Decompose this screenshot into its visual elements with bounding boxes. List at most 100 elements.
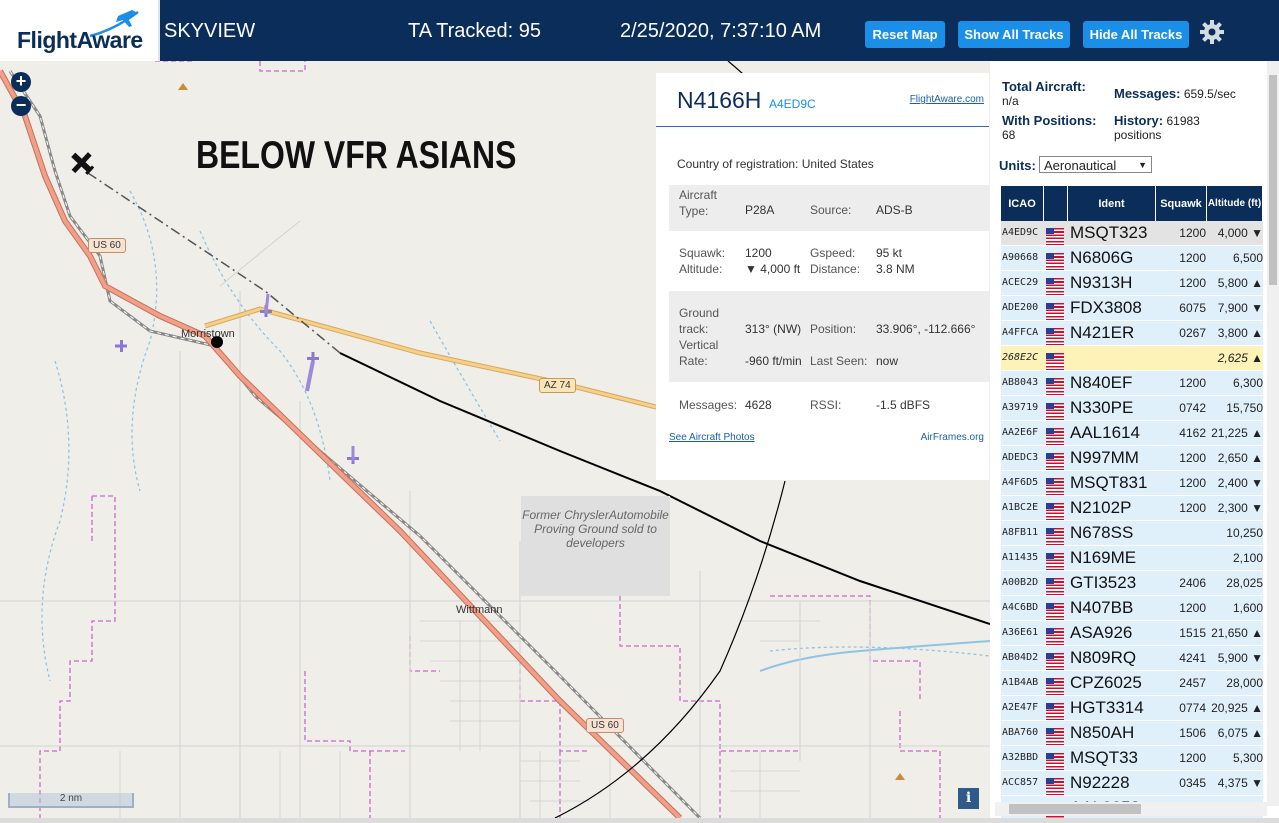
squawk-cell: 1200 xyxy=(1179,451,1206,465)
hide-all-tracks-button[interactable]: Hide All Tracks xyxy=(1083,21,1189,48)
aircraft-table-header: ICAO Ident Squawk Altitude (ft) xyxy=(1001,186,1263,221)
altitude-cell: 2,100 xyxy=(1232,551,1263,565)
table-row[interactable]: A39719 N330PE 0742 15,750 xyxy=(1001,396,1263,421)
table-row[interactable]: A1BC2E N2102P 1200 2,300 ▼ xyxy=(1001,496,1263,521)
col-squawk[interactable]: Squawk xyxy=(1156,186,1207,221)
col-icao[interactable]: ICAO xyxy=(1001,186,1044,221)
us-flag-icon xyxy=(1046,403,1064,420)
altitude-cell: 6,500 xyxy=(1232,251,1263,265)
table-row[interactable]: AB04D2 N809RQ 4241 5,900 ▼ xyxy=(1001,646,1263,671)
map-info-button[interactable]: i xyxy=(958,788,979,809)
scale-bar: 2 nm xyxy=(8,793,134,808)
table-row[interactable]: A4C6BD N407BB 1200 1,600 xyxy=(1001,596,1263,621)
altitude-cell: 4,375 ▼ xyxy=(1217,776,1263,790)
table-row[interactable]: ABA760 N850AH 1506 6,075 ▲ xyxy=(1001,721,1263,746)
aircraft-info-popup: N4166H A4ED9C FlightAware.com Country of… xyxy=(656,73,989,480)
messages-block: Messages: 4628 RSSI: -1.5 dBFS xyxy=(669,391,989,421)
with-positions-label: With Positions: xyxy=(1002,113,1097,128)
flag-cell xyxy=(1046,621,1066,645)
table-row[interactable]: ACC857 N92228 0345 4,375 ▼ xyxy=(1001,771,1263,796)
table-row[interactable]: A36E61 ASA926 1515 21,650 ▲ xyxy=(1001,621,1263,646)
flag-cell xyxy=(1046,546,1066,570)
messages-rate-label: Messages: xyxy=(1114,86,1181,101)
altitude-cell: 6,300 xyxy=(1232,376,1263,390)
distance-label: Distance: xyxy=(810,262,861,276)
squawk-cell: 1200 xyxy=(1179,601,1206,615)
units-selected-value: Aeronautical xyxy=(1044,158,1117,173)
flag-cell xyxy=(1046,471,1066,495)
altitude-cell: 28,000 xyxy=(1226,676,1263,690)
reset-map-button[interactable]: Reset Map xyxy=(865,21,945,48)
squawk-cell: 2406 xyxy=(1179,576,1206,590)
squawk-value: 1200 xyxy=(745,246,772,260)
total-aircraft-label: Total Aircraft: xyxy=(1002,79,1086,94)
units-select[interactable]: Aeronautical ▼ xyxy=(1039,156,1152,173)
flag-cell xyxy=(1046,346,1066,370)
table-row[interactable]: A8FB11 N678SS 10,250 xyxy=(1001,521,1263,546)
ident-cell: GTI3523 xyxy=(1070,573,1137,592)
table-row[interactable]: A4F6D5 MSQT831 1200 2,400 ▼ xyxy=(1001,471,1263,496)
icao-cell: A4F6D5 xyxy=(1002,477,1039,488)
altitude-cell: 2,625 ▲ xyxy=(1217,351,1263,365)
squawk-cell: 0774 xyxy=(1179,701,1206,715)
scroll-thumb[interactable] xyxy=(1269,75,1277,285)
altitude-cell: 5,800 ▲ xyxy=(1217,276,1263,290)
aircraft-icons[interactable] xyxy=(115,305,359,464)
with-positions-value: 68 xyxy=(1002,128,1016,142)
popup-hex-link[interactable]: A4ED9C xyxy=(769,97,816,111)
us-flag-icon xyxy=(1046,578,1064,595)
us60-shield: US 60 xyxy=(88,238,126,253)
us-flag-icon xyxy=(1046,778,1064,795)
flag-cell xyxy=(1046,421,1066,445)
col-altitude[interactable]: Altitude (ft) xyxy=(1207,186,1263,221)
country-value: United States xyxy=(801,157,874,171)
former-proving-ground-label: Former ChryslerAutomobile Proving Ground… xyxy=(521,496,670,596)
flag-cell xyxy=(1046,371,1066,395)
aircraft-type-value: P28A xyxy=(745,203,775,217)
see-aircraft-photos-link[interactable]: See Aircraft Photos xyxy=(669,432,755,443)
table-row[interactable]: A4ED9C MSQT323 1200 4,000 ▼ xyxy=(1001,221,1263,246)
vertical-scrollbar[interactable] xyxy=(1267,61,1279,806)
tracked-count: TA Tracked: 95 xyxy=(408,20,542,42)
airframes-link[interactable]: AirFrames.org xyxy=(921,432,984,443)
horizontal-scrollbar[interactable] xyxy=(995,802,1267,816)
table-row[interactable]: A1B4AB CPZ6025 2457 28,000 xyxy=(1001,671,1263,696)
ident-cell: N2102P xyxy=(1070,498,1132,517)
show-all-tracks-button[interactable]: Show All Tracks xyxy=(958,21,1070,48)
table-row[interactable]: AA2E6F AAL1614 4162 21,225 ▲ xyxy=(1001,421,1263,446)
icao-cell: A2E47F xyxy=(1002,702,1039,713)
table-row[interactable]: ADE200 FDX3808 6075 7,900 ▼ xyxy=(1001,296,1263,321)
rssi-label: RSSI: xyxy=(810,398,842,412)
col-flag[interactable] xyxy=(1044,186,1068,221)
table-row[interactable]: A90668 N6806G 1200 6,500 xyxy=(1001,246,1263,271)
table-row[interactable]: ACEC29 N9313H 1200 5,800 ▲ xyxy=(1001,271,1263,296)
ground-track-label: Ground track: xyxy=(679,306,720,336)
table-row[interactable]: A32BBD MSQT33 1200 5,300 xyxy=(1001,746,1263,771)
col-ident[interactable]: Ident xyxy=(1068,186,1156,221)
flightaware-link[interactable]: FlightAware.com xyxy=(910,94,984,105)
us-flag-icon xyxy=(1046,478,1064,495)
icao-cell: A36E61 xyxy=(1002,627,1039,638)
squawk-cell xyxy=(1157,521,1206,545)
selected-aircraft-icon[interactable] xyxy=(65,146,99,180)
table-row[interactable]: A11435 N169ME 2,100 xyxy=(1001,546,1263,571)
zoom-out-button[interactable]: − xyxy=(11,96,31,116)
table-row[interactable]: ADEDC3 N997MM 1200 2,650 ▲ xyxy=(1001,446,1263,471)
gear-icon[interactable] xyxy=(1199,19,1225,45)
table-row[interactable]: A2E47F HGT3314 0774 20,925 ▲ xyxy=(1001,696,1263,721)
squawk-cell: 0742 xyxy=(1179,401,1206,415)
table-row[interactable]: A4FFCA N421ER 0267 3,800 ▲ xyxy=(1001,321,1263,346)
table-row[interactable]: A00B2D GTI3523 2406 28,025 xyxy=(1001,571,1263,596)
scroll-thumb-horizontal[interactable] xyxy=(1009,804,1141,814)
flightaware-logo[interactable]: FlightAware xyxy=(0,0,160,61)
us-flag-icon xyxy=(1046,703,1064,720)
us-flag-icon xyxy=(1046,453,1064,470)
table-row[interactable]: AB8043 N840EF 1200 6,300 xyxy=(1001,371,1263,396)
icao-cell: A4ED9C xyxy=(1002,227,1039,238)
table-row[interactable]: 268E2C 2,625 ▲ xyxy=(1001,346,1263,371)
icao-cell: A1BC2E xyxy=(1002,502,1039,513)
history-label: History: xyxy=(1114,113,1164,128)
messages-rate-value: 659.5/sec xyxy=(1183,87,1236,101)
zoom-in-button[interactable]: + xyxy=(11,72,31,92)
messages-value: 4628 xyxy=(745,398,772,412)
